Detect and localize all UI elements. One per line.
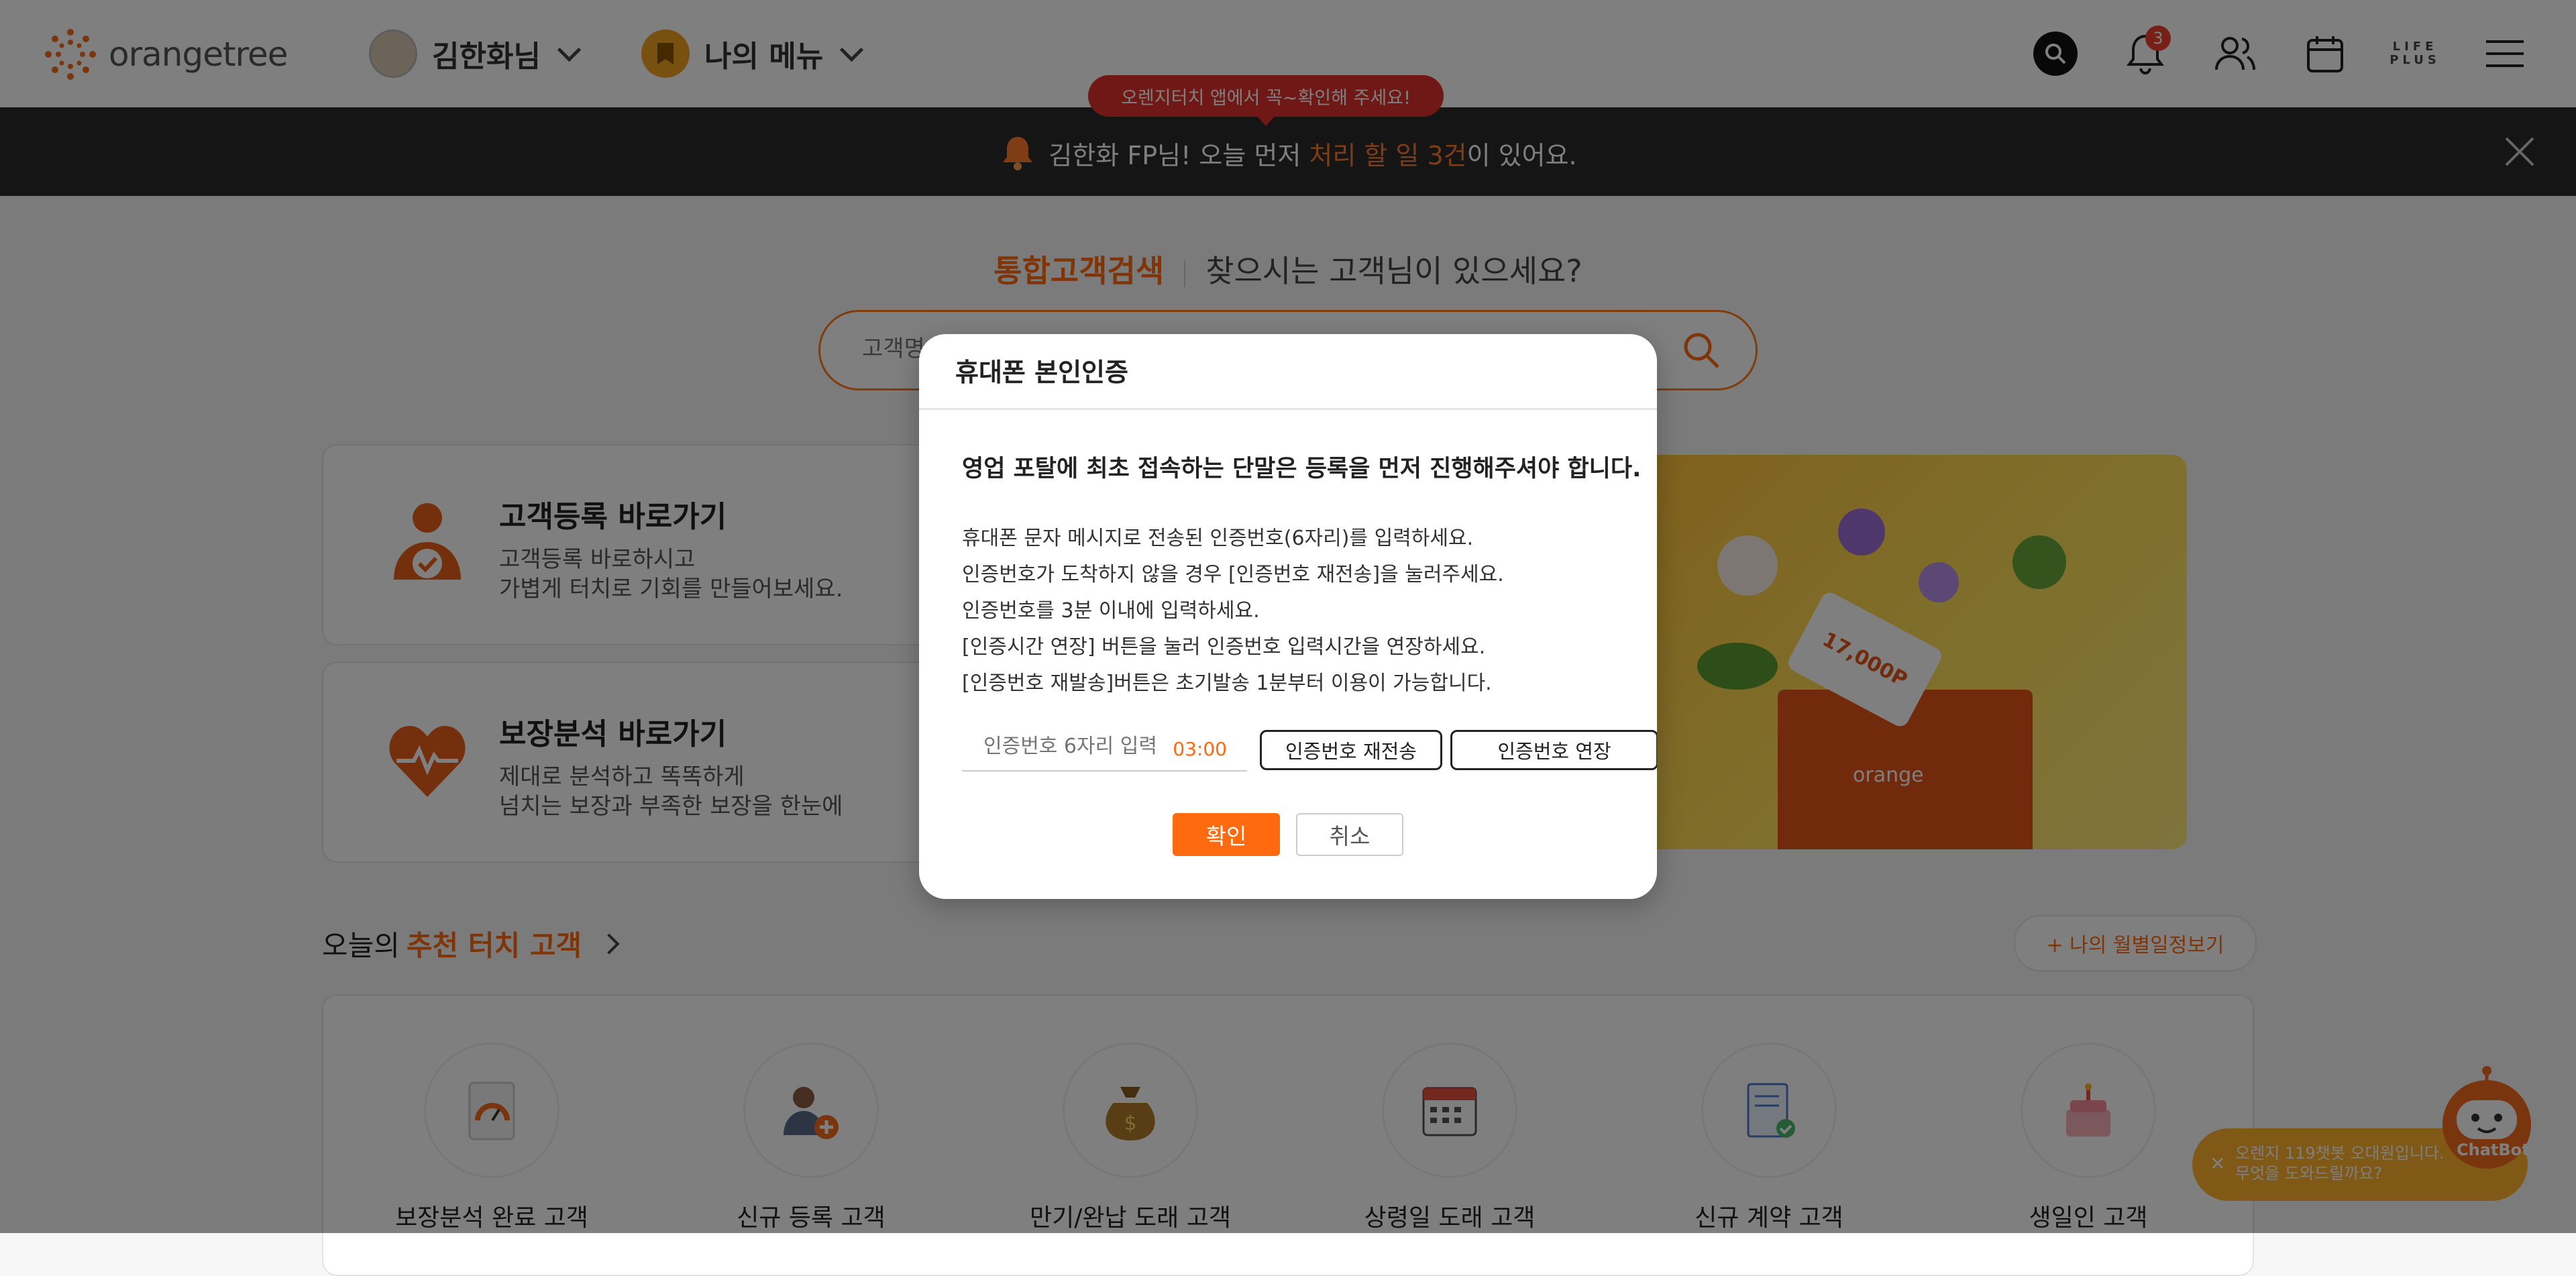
verification-code-input[interactable] xyxy=(982,734,1186,759)
instruction-line: [인증번호 재발송]버튼은 초기발송 1분부터 이용이 가능합니다. xyxy=(962,672,1492,695)
resend-code-button[interactable]: 인증번호 재전송 xyxy=(1260,730,1442,770)
modal-title: 휴대폰 본인인증 xyxy=(955,358,1128,387)
instruction-line: [인증시간 연장] 버튼을 눌러 인증번호 입력시간을 연장하세요. xyxy=(962,635,1486,659)
divider xyxy=(919,408,1657,410)
instruction-line: 인증번호를 3분 이내에 입력하세요. xyxy=(962,599,1260,623)
instruction-line: 인증번호가 도착하지 않을 경우 [인증번호 재전송]을 눌러주세요. xyxy=(962,563,1504,586)
instruction-list: 휴대폰 문자 메시지로 전송된 인증번호(6자리)를 입력하세요. 인증번호가 … xyxy=(962,521,1504,702)
modal-heading: 영업 포탈에 최초 접속하는 단말은 등록을 먼저 진행해주셔야 합니다. xyxy=(962,456,1642,482)
instruction-line: 휴대폰 문자 메시지로 전송된 인증번호(6자리)를 입력하세요. xyxy=(962,527,1474,550)
phone-verification-modal: 휴대폰 본인인증 영업 포탈에 최초 접속하는 단말은 등록을 먼저 진행해주셔… xyxy=(919,334,1657,899)
confirm-button[interactable]: 확인 xyxy=(1173,813,1280,856)
extend-time-button[interactable]: 인증번호 연장 xyxy=(1450,730,1657,770)
cancel-button[interactable]: 취소 xyxy=(1296,813,1403,856)
countdown-timer: 03:00 xyxy=(1173,738,1227,760)
verification-code-row: 03:00 인증번호 재전송 인증번호 연장 xyxy=(962,730,1657,772)
verification-code-field: 03:00 xyxy=(962,730,1247,772)
